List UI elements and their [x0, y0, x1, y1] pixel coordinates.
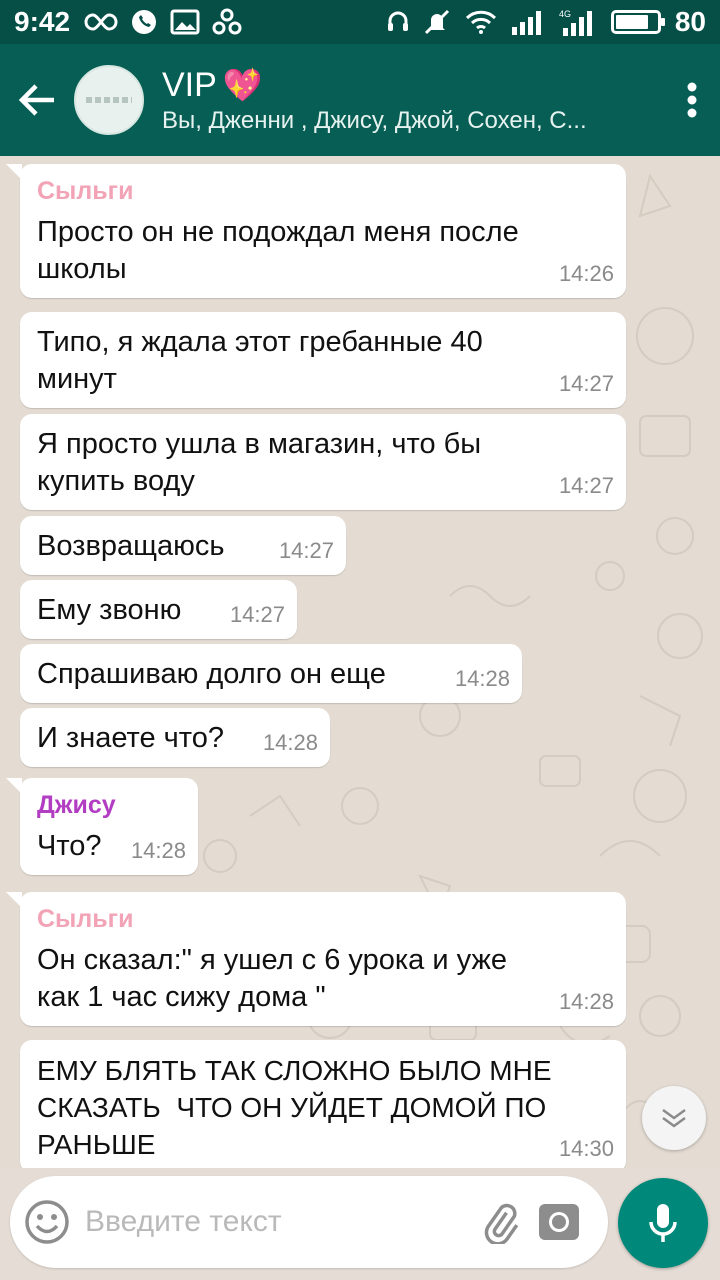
voice-message-button[interactable] — [618, 1178, 708, 1268]
message-bubble[interactable]: ЕМУ БЛЯТЬ ТАК СЛОЖНО БЫЛО МНЕ СКАЗАТЬ ЧТ… — [20, 1040, 626, 1168]
group-avatar[interactable] — [74, 65, 144, 135]
message-time: 14:27 — [278, 538, 334, 563]
message-time: 14:30 — [558, 1136, 614, 1161]
emoji-button[interactable] — [10, 1199, 85, 1245]
message-bubble[interactable]: Джису Что? 14:28 — [6, 778, 198, 875]
more-vertical-icon — [687, 82, 697, 118]
message-bubble[interactable]: Спрашиваю долго он еще 14:28 — [20, 644, 522, 703]
message-time: 14:27 — [229, 602, 285, 627]
whatsapp-icon — [130, 8, 158, 36]
message-bubble[interactable]: Возвращаюсь 14:27 — [20, 516, 346, 575]
message-text: Просто он не подождал меня после школы — [37, 216, 519, 285]
paperclip-icon — [485, 1203, 519, 1244]
chat-title-text: VIP — [162, 66, 217, 104]
sparkling-heart-emoji: 💖 — [222, 67, 263, 103]
share-icon — [212, 8, 242, 36]
camera-button[interactable] — [529, 1202, 588, 1242]
message-bubble[interactable]: И знаете что? 14:28 — [20, 708, 330, 767]
status-bar: 9:42 4G 80 — [0, 0, 720, 44]
status-time: 9:42 — [14, 6, 71, 37]
battery-level: 80 — [674, 6, 706, 37]
message-bubble[interactable]: Сыльги Он сказал:" я ушел с 6 урока и уж… — [6, 892, 626, 1026]
message-time: 14:28 — [262, 730, 318, 755]
message-text: Он сказал:" я ушел с 6 урока и уже как 1… — [37, 944, 507, 1013]
chat-title: VIP 💖 — [162, 65, 664, 105]
double-chevron-down-icon — [662, 1108, 686, 1128]
back-button[interactable] — [0, 44, 74, 156]
infinity-icon — [84, 11, 118, 33]
wifi-icon — [465, 10, 497, 34]
message-input[interactable] — [84, 1205, 471, 1239]
message-text: Спрашиваю долго он еще — [37, 658, 386, 690]
mic-icon — [649, 1204, 677, 1242]
message-time: 14:27 — [558, 473, 614, 498]
message-sender: Джису — [37, 791, 116, 819]
message-time: 14:28 — [454, 666, 510, 691]
message-sender: Сыльги — [37, 905, 134, 933]
message-text: Я просто ушла в магазин, что бы купить в… — [37, 428, 482, 497]
more-options-button[interactable] — [664, 44, 720, 156]
attach-button[interactable] — [471, 1200, 530, 1244]
message-time: 14:27 — [558, 371, 614, 396]
message-time: 14:28 — [130, 838, 186, 863]
chat-participants: Вы, Дженни , Джису, Джой, Сохен, С... — [162, 107, 587, 134]
message-time: 14:28 — [558, 989, 614, 1014]
message-text: ЕМУ БЛЯТЬ ТАК СЛОЖНО БЫЛО МНЕ СКАЗАТЬ ЧТ… — [37, 1055, 552, 1160]
message-bubble[interactable]: Сыльги Просто он не подождал меня после … — [6, 164, 626, 298]
chat-info[interactable]: VIP 💖 Вы, Дженни , Джису, Джой, Сохен, С… — [162, 65, 664, 135]
scroll-to-bottom-button[interactable] — [642, 1086, 706, 1150]
headset-icon — [387, 10, 409, 34]
message-text: Типо, я ждала этот гребанные 40 минут — [37, 326, 483, 395]
camera-icon — [538, 1204, 579, 1240]
message-bubble[interactable]: Ему звоню 14:27 — [20, 580, 297, 639]
message-bubble[interactable]: Я просто ушла в магазин, что бы купить в… — [20, 414, 626, 510]
message-list[interactable]: Сыльги Просто он не подождал меня после … — [0, 156, 720, 1168]
mute-icon — [423, 8, 451, 36]
signal-4g-icon: 4G — [559, 8, 597, 36]
message-bubble[interactable]: Типо, я ждала этот гребанные 40 минут 14… — [20, 312, 626, 408]
message-time: 14:26 — [558, 261, 614, 286]
emoji-icon — [25, 1200, 70, 1244]
svg-text:4G: 4G — [559, 9, 571, 19]
signal-icon — [511, 9, 545, 35]
arrow-left-icon — [18, 84, 54, 116]
message-composer — [10, 1176, 608, 1268]
message-sender: Сыльги — [37, 177, 134, 205]
battery-icon — [610, 10, 665, 34]
gallery-icon — [170, 9, 200, 35]
chat-header: VIP 💖 Вы, Дженни , Джису, Джой, Сохен, С… — [0, 44, 720, 156]
